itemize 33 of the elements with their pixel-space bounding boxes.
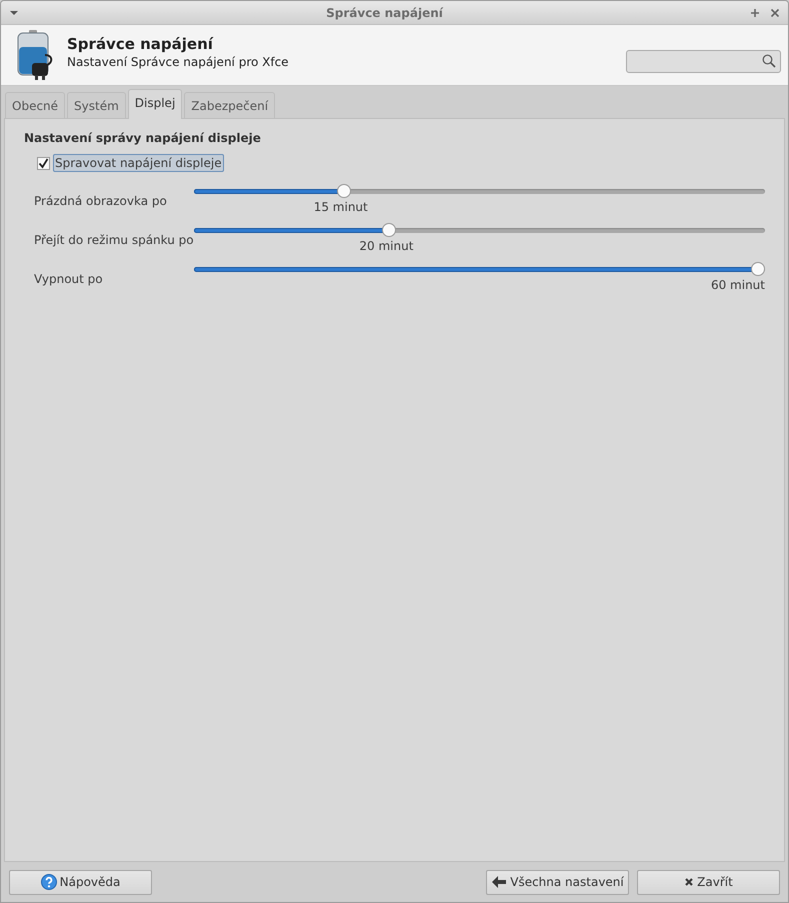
close-icon [684, 877, 694, 887]
slider-value: 20 minut [359, 239, 414, 253]
close-button[interactable]: Zavřít [637, 870, 780, 894]
slider[interactable] [194, 262, 765, 276]
check-icon [38, 158, 49, 168]
slider-value: 15 minut [314, 200, 368, 214]
left-arrow-icon [491, 875, 508, 889]
close-icon [770, 8, 780, 18]
maximize-icon [750, 8, 760, 18]
tab[interactable]: Systém [67, 92, 126, 118]
window-title: Správce napájení [325, 6, 444, 20]
search-icon [762, 54, 776, 68]
tab[interactable]: Displej [128, 89, 182, 119]
slider-handle[interactable] [337, 184, 352, 198]
slider-label: Prázdná obrazovka po [33, 194, 168, 208]
checkbox-label[interactable]: Spravovat napájení displeje [53, 154, 224, 172]
slider[interactable] [194, 184, 765, 198]
slider[interactable] [194, 223, 765, 237]
section-title: Nastavení správy napájení displeje [24, 131, 262, 145]
slider-value: 60 minut [710, 278, 765, 292]
help-icon [40, 874, 57, 890]
slider-handle[interactable] [382, 223, 396, 237]
back-button[interactable]: Všechna nastavení [486, 870, 629, 894]
slider-handle[interactable] [751, 262, 765, 276]
slider-label: Přejít do režimu spánku po [33, 232, 194, 246]
checkbox[interactable] [37, 156, 50, 170]
app-subtitle: Nastavení Správce napájení pro Xfce [67, 55, 290, 69]
slider-label: Vypnout po [33, 272, 104, 286]
tab[interactable]: Obecné [5, 92, 66, 118]
help-button[interactable]: Nápověda [9, 870, 152, 894]
tab[interactable]: Zabezpečení [184, 92, 276, 118]
search-field[interactable] [626, 50, 781, 72]
app-title: Správce napájení [67, 35, 214, 53]
